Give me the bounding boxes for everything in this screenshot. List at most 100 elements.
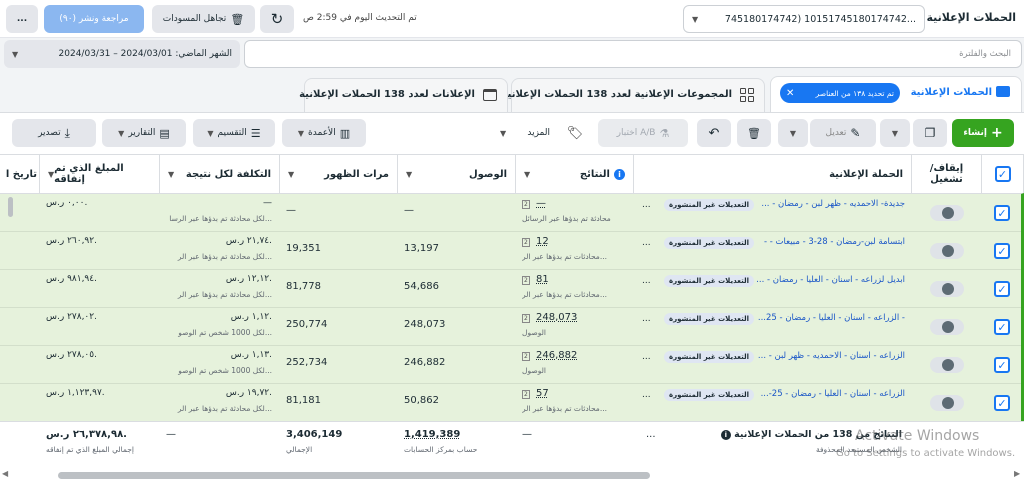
row-toggle[interactable] — [930, 319, 964, 335]
header-reach[interactable]: ▼ الوصول — [398, 155, 516, 193]
info-icon: i — [614, 168, 625, 180]
campaign-name-link[interactable]: جديدة- الاحمديه - ظهر لبن - رمضان - ... — [755, 199, 905, 209]
header-toggle[interactable]: إيقاف/ تشغيل — [912, 155, 982, 193]
vertical-scrollbar[interactable] — [8, 197, 13, 217]
row-checkbox[interactable]: ✓ — [994, 205, 1010, 221]
refresh-button[interactable]: ↻ — [260, 5, 294, 33]
results-value: 248,073 — [536, 312, 578, 323]
header-spent[interactable]: ▼ المبلغ الذي تم إنفاقه — [40, 155, 160, 193]
more-dropdown[interactable]: ▼ المزيد — [494, 119, 556, 147]
reports-button[interactable]: ▼ التقارير ▤ — [102, 119, 186, 147]
header-cost-label: التكلفة لكل نتيجة — [185, 168, 271, 180]
tab-ads[interactable]: الإعلانات لعدد 138 الحملات الإعلانية — [299, 78, 508, 112]
campaign-name-link[interactable]: ابديل لزراعه - اسنان - العليا - رمضان - … — [755, 275, 905, 285]
horizontal-scrollbar-thumb[interactable] — [58, 472, 650, 479]
campaign-name-link[interactable]: - الزراعه - اسنان - العليا - رمضان - 25.… — [755, 313, 905, 323]
header-campaign[interactable]: الحملة الإعلانية — [634, 155, 912, 193]
info-icon: i — [720, 430, 731, 440]
sort-icon: ▼ — [168, 169, 175, 179]
campaign-name-link[interactable]: الزراعه - اسنان - الاحمديه - ظهر لبن - .… — [755, 351, 905, 361]
row-ellipsis[interactable]: ... — [642, 390, 651, 400]
activate-windows-title: Activate Windows — [855, 428, 980, 444]
row-toggle[interactable] — [930, 357, 964, 373]
review-publish-button[interactable]: مراجعة ونشر (٩٠) — [44, 5, 144, 33]
header-cost[interactable]: ▼ التكلفة لكل نتيجة — [160, 155, 280, 193]
refresh-icon: ↻ — [270, 10, 284, 28]
reach-value: 54,686 — [404, 281, 439, 292]
breakdown-button[interactable]: ▼ التقسيم ☰ — [193, 119, 275, 147]
breakdown-icon: ☰ — [250, 126, 261, 140]
row-toggle[interactable] — [930, 395, 964, 411]
impressions-value: 252,734 — [286, 357, 328, 368]
tag-icon: 🏷 — [566, 125, 584, 141]
header-results[interactable]: ▼ النتائج i — [516, 155, 634, 193]
draft-badge: التعديلات غير المنشورة — [664, 351, 754, 363]
close-icon[interactable]: ✕ — [786, 88, 794, 99]
header-spent-label: المبلغ الذي تم إنفاقه — [54, 163, 124, 185]
selected-items-label: تم تحديد ١٣٨ من العناصر — [815, 88, 894, 98]
plus-icon: + — [990, 125, 1003, 141]
date-range-picker[interactable]: ▼ الشهر الماضي: 2024/03/01 – 2024/03/31 — [4, 40, 240, 68]
row-checkbox[interactable]: ✓ — [994, 319, 1010, 335]
row-checkbox[interactable]: ✓ — [994, 243, 1010, 259]
draft-badge: التعديلات غير المنشورة — [664, 275, 754, 287]
ab-test-button[interactable]: اختبار A/B ⚗ — [598, 119, 688, 147]
results-value: 57 — [536, 388, 549, 399]
row-ellipsis[interactable]: ... — [642, 200, 651, 210]
results-sub: الوصول — [522, 328, 546, 337]
scroll-right-arrow[interactable]: ▶ — [1014, 469, 1020, 478]
header-end-date[interactable]: تاريخ ا — [0, 155, 40, 193]
discard-drafts-button[interactable]: تجاهل المسودات 🗑 — [152, 5, 255, 33]
tab-adsets[interactable]: المجموعات الإعلانية لعدد 138 الحملات الإ… — [502, 78, 765, 112]
spent-value: ٢٧٨,٠٥ ر.س. — [46, 350, 97, 360]
header-toggle-label: إيقاف/ تشغيل — [929, 163, 964, 185]
campaign-name-link[interactable]: ابتسامة لبن-رمضان - 28-3 - مبيعات - - — [755, 237, 905, 247]
row-toggle[interactable] — [930, 281, 964, 297]
row-toggle[interactable] — [930, 205, 964, 221]
chevron-down-icon: ▼ — [891, 128, 899, 138]
create-button[interactable]: إنشاء + — [952, 119, 1014, 147]
attribution-icon: 2 — [522, 238, 530, 247]
attribution-icon: 2 — [522, 276, 530, 285]
row-ellipsis[interactable]: ... — [642, 314, 651, 324]
row-checkbox[interactable]: ✓ — [994, 281, 1010, 297]
export-label: تصدير — [38, 128, 61, 138]
row-toggle[interactable] — [930, 243, 964, 259]
duplicate-button[interactable]: ❐ — [913, 119, 947, 147]
impressions-value: 81,778 — [286, 281, 321, 292]
more-options-button[interactable]: ... — [6, 5, 38, 33]
cost-sub: لكل محادثة تم بدؤها عبر الر... — [177, 290, 272, 299]
chevron-down-icon: ▼ — [207, 128, 214, 138]
row-ellipsis[interactable]: ... — [642, 276, 651, 286]
row-ellipsis[interactable]: ... — [642, 352, 651, 362]
cost-sub: لكل محادثة تم بدؤها عبر الر... — [177, 404, 272, 413]
columns-button[interactable]: ▼ الأعمدة ▥ — [282, 119, 366, 147]
summary-spent-sub: إجمالي المبلغ الذي تم إنفاقه — [46, 445, 134, 454]
row-checkbox[interactable]: ✓ — [994, 357, 1010, 373]
row-ellipsis[interactable]: ... — [642, 238, 651, 248]
duplicate-icon: ❐ — [924, 126, 936, 140]
undo-button[interactable]: ↶ — [697, 119, 731, 147]
selected-items-chip[interactable]: ✕ تم تحديد ١٣٨ من العناصر — [780, 83, 900, 103]
row-checkbox[interactable]: ✓ — [994, 395, 1010, 411]
select-all-checkbox[interactable]: ✓ — [994, 166, 1011, 182]
summary-results: — — [522, 429, 532, 440]
delete-button[interactable]: 🗑 — [737, 119, 771, 147]
spent-value: ٩٨١,٩٤ ر.س. — [46, 274, 97, 284]
account-selector[interactable]: ▼ 745180174742) 10151745180174742... — [683, 5, 925, 33]
campaigns-tab-icon — [996, 86, 1010, 97]
export-button[interactable]: تصدير ⤓ — [12, 119, 96, 147]
scroll-left-arrow[interactable]: ◀ — [2, 469, 8, 478]
campaign-name-link[interactable]: الزراعه - اسنان - العليا - رمضان - 25-..… — [755, 389, 905, 399]
duplicate-dropdown[interactable]: ▼ — [880, 119, 910, 147]
edit-button[interactable]: تعديل ✎ — [810, 119, 876, 147]
edit-dropdown[interactable]: ▼ — [778, 119, 808, 147]
attribution-icon: 2 — [522, 314, 530, 323]
attribution-icon: 2 — [522, 352, 530, 361]
account-selector-value: 745180174742) 10151745180174742... — [724, 13, 916, 25]
header-impressions[interactable]: ▼ مرات الظهور — [280, 155, 398, 193]
sort-icon: ▼ — [524, 169, 531, 179]
search-bar[interactable]: البحث والفلترة — [244, 40, 1022, 68]
chevron-down-icon: ▼ — [12, 49, 19, 59]
tags-button[interactable]: 🏷 — [560, 119, 590, 147]
